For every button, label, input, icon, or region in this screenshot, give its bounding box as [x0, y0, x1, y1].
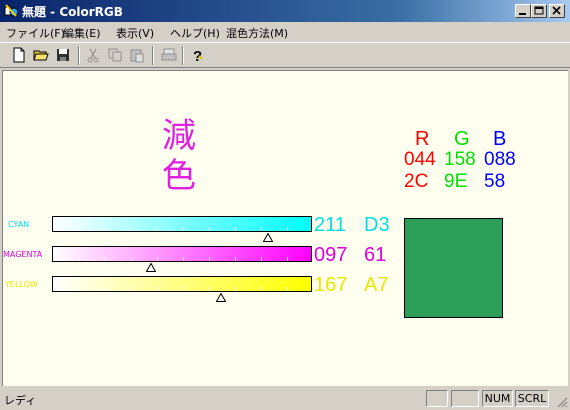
svg-text:?: ? — [193, 48, 202, 64]
status-panel-2 — [451, 390, 479, 407]
slider-tick — [79, 257, 80, 261]
slider-tick — [287, 227, 288, 231]
num-lock-indicator: NUM — [482, 390, 513, 407]
slider-tick — [261, 287, 262, 291]
green-hex-value: 9E — [444, 171, 468, 192]
toolbar-separator — [152, 46, 154, 65]
blue-header: B — [493, 128, 507, 150]
status-panel-1 — [426, 390, 448, 407]
yellow-hex-value: A7 — [364, 274, 389, 296]
slider-tick — [235, 227, 236, 231]
title-bar[interactable]: 無題 - ColorRGB — [0, 0, 570, 22]
cut-icon[interactable] — [84, 46, 102, 64]
menu-file[interactable]: ファイル(F) — [6, 25, 65, 41]
toolbar: ? — [0, 42, 570, 68]
slider-tick — [183, 257, 184, 261]
save-icon[interactable] — [54, 46, 72, 64]
slider-tick — [209, 257, 210, 261]
window-title: 無題 - ColorRGB — [22, 5, 123, 19]
slider-tick — [105, 257, 106, 261]
slider-tick — [183, 287, 184, 291]
open-folder-icon[interactable] — [32, 46, 50, 64]
slider-tick — [157, 287, 158, 291]
close-button[interactable] — [549, 4, 565, 18]
scroll-lock-indicator: SCRL — [515, 390, 549, 407]
slider-tick — [235, 287, 236, 291]
menu-view[interactable]: 表示(V) — [116, 25, 154, 41]
slider-tick — [183, 227, 184, 231]
slider-tick — [261, 257, 262, 261]
blue-hex-value: 58 — [484, 171, 506, 192]
slider-tick — [79, 227, 80, 231]
slider-tick — [131, 287, 132, 291]
yellow-slider[interactable] — [52, 276, 312, 292]
slider-tick — [261, 227, 262, 231]
green-header: G — [454, 128, 470, 150]
status-text: レディ — [4, 394, 37, 407]
color-swatch — [404, 218, 503, 318]
magenta-hex-value: 61 — [364, 244, 387, 266]
slider-tick — [209, 227, 210, 231]
slider-tick — [131, 227, 132, 231]
menu-edit[interactable]: 編集(E) — [63, 25, 101, 41]
menu-help[interactable]: ヘルプ(H) — [170, 25, 220, 41]
copy-icon[interactable] — [106, 46, 124, 64]
cyan-decimal-value: 211 — [314, 214, 346, 236]
paste-icon[interactable] — [128, 46, 146, 64]
toolbar-separator — [182, 46, 184, 65]
magenta-slider-thumb-icon[interactable] — [145, 263, 156, 272]
yellow-slider-thumb-icon[interactable] — [216, 293, 226, 302]
menu-mixing-method[interactable]: 混色方法(M) — [226, 25, 288, 41]
app-icon[interactable] — [3, 3, 19, 19]
cyan-slider-thumb-icon[interactable] — [262, 233, 273, 242]
green-decimal-value: 158 — [444, 149, 476, 170]
slider-tick — [105, 287, 106, 291]
help-icon[interactable]: ? — [188, 46, 206, 64]
slider-tick — [131, 257, 132, 261]
app-window: 無題 - ColorRGB ファイル(F) 編集(E) 表示(V) ヘルプ(H)… — [0, 0, 570, 410]
minimize-icon — [519, 13, 526, 15]
close-icon — [552, 6, 561, 15]
cyan-hex-value: D3 — [364, 214, 390, 236]
minimize-button[interactable] — [515, 4, 531, 18]
mixing-mode-heading-line1: 減 — [162, 116, 196, 156]
slider-tick — [287, 287, 288, 291]
blue-decimal-value: 088 — [484, 149, 516, 170]
magenta-label: MAGENTA — [3, 250, 43, 259]
resize-grip-icon[interactable] — [556, 396, 568, 408]
slider-tick — [105, 227, 106, 231]
mixing-mode-heading-line2: 色 — [162, 156, 196, 196]
cyan-slider[interactable] — [52, 216, 312, 232]
slider-tick — [157, 257, 158, 261]
slider-tick — [287, 257, 288, 261]
print-icon[interactable] — [160, 46, 178, 64]
client-area: 減 色 R G B 044 158 088 2C 9E 58 CYAN 211 D3… — [2, 70, 568, 386]
magenta-decimal-value: 097 — [314, 244, 348, 266]
red-hex-value: 2C — [404, 171, 429, 192]
menu-bar: ファイル(F) 編集(E) 表示(V) ヘルプ(H) 混色方法(M) — [0, 22, 570, 42]
slider-tick — [157, 227, 158, 231]
slider-tick — [209, 287, 210, 291]
toolbar-separator — [78, 46, 80, 65]
new-file-icon[interactable] — [10, 46, 28, 64]
red-decimal-value: 044 — [404, 149, 436, 170]
maximize-icon — [534, 6, 544, 15]
yellow-decimal-value: 167 — [314, 274, 348, 296]
magenta-slider[interactable] — [52, 246, 312, 262]
status-bar: レディ NUM SCRL — [0, 387, 570, 410]
slider-tick — [79, 287, 80, 291]
cyan-label: CYAN — [8, 220, 30, 229]
maximize-button[interactable] — [531, 4, 547, 18]
slider-tick — [235, 257, 236, 261]
red-header: R — [415, 128, 430, 150]
yellow-label: YELLOW — [5, 280, 38, 289]
